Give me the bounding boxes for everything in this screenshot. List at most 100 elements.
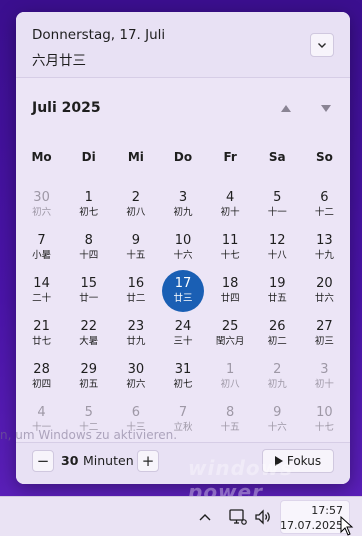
calendar-day[interactable]: 8 十四 (65, 225, 112, 268)
calendar-day[interactable]: 14 二十 (18, 268, 65, 311)
calendar-day[interactable]: 2 初九 (254, 354, 301, 397)
focus-session-bar: − 30 Minuten + Fokus (16, 442, 350, 484)
day-number: 10 (174, 233, 192, 248)
calendar-day[interactable]: 6 十二 (301, 182, 348, 225)
increase-minutes-button[interactable]: + (137, 450, 159, 472)
day-number: 19 (269, 276, 286, 291)
calendar-day[interactable]: 18 廿四 (207, 268, 254, 311)
month-year-label[interactable]: Juli 2025 (32, 100, 101, 116)
day-lunar-label: 十一 (32, 422, 52, 433)
day-number: 14 (33, 276, 50, 291)
calendar-day[interactable]: 7 立秋 (159, 397, 206, 440)
calendar-day[interactable]: 30 初六 (112, 354, 159, 397)
day-number: 4 (225, 190, 235, 205)
day-number: 24 (174, 319, 192, 334)
calendar-day[interactable]: 1 初八 (207, 354, 254, 397)
weekday-label: Fr (223, 150, 237, 164)
start-focus-button[interactable]: Fokus (262, 449, 334, 473)
day-number: 2 (131, 190, 140, 205)
calendar-day[interactable]: 9 十五 (112, 225, 159, 268)
calendar-day[interactable]: 23 廿九 (112, 311, 159, 354)
day-number: 30 (127, 362, 145, 377)
calendar-day[interactable]: 20 廿六 (301, 268, 348, 311)
taskbar: 17:57 17.07.2025 (0, 496, 362, 536)
calendar-day[interactable]: 25 閏六月 (207, 311, 254, 354)
focus-button-label: Fokus (286, 454, 322, 468)
calendar-day[interactable]: 11 十七 (207, 225, 254, 268)
calendar-day[interactable]: 2 初八 (112, 182, 159, 225)
collapse-calendar-button[interactable] (310, 33, 334, 57)
day-number: 30 (33, 190, 50, 205)
network-button[interactable] (228, 507, 248, 527)
day-number: 5 (84, 405, 93, 420)
calendar-day[interactable]: 12 十八 (254, 225, 301, 268)
calendar-day[interactable]: 4 十一 (18, 397, 65, 440)
next-month-button[interactable] (318, 100, 334, 116)
calendar-day[interactable]: 5 十一 (254, 182, 301, 225)
previous-month-button[interactable] (278, 100, 294, 116)
calendar-day[interactable]: 30 初六 (18, 182, 65, 225)
day-lunar-label: 十八 (267, 250, 287, 261)
calendar-day[interactable]: 26 初二 (254, 311, 301, 354)
weekday-label: Mi (127, 150, 144, 164)
calendar-day[interactable]: 10 十七 (301, 397, 348, 440)
calendar-day[interactable]: 19 廿五 (254, 268, 301, 311)
day-number: 1 (225, 362, 235, 377)
focus-minutes-unit: Minuten (83, 453, 134, 468)
volume-button[interactable] (253, 507, 273, 527)
calendar-day[interactable]: 3 初十 (301, 354, 348, 397)
day-lunar-label: 初十 (220, 207, 240, 218)
clock-time: 17:57 (311, 504, 343, 517)
calendar-day[interactable]: 9 十六 (254, 397, 301, 440)
calendar-day[interactable]: 10 十六 (159, 225, 206, 268)
day-number: 28 (33, 362, 50, 377)
calendar-day[interactable]: 31 初七 (159, 354, 206, 397)
calendar-day[interactable]: 27 初三 (301, 311, 348, 354)
day-lunar-label: 十七 (220, 250, 240, 261)
calendar-day[interactable]: 29 初五 (65, 354, 112, 397)
mouse-pointer-icon (340, 516, 354, 536)
day-number: 15 (80, 276, 97, 291)
network-icon (229, 509, 247, 525)
day-lunar-label: 初五 (79, 379, 99, 390)
day-lunar-label: 小暑 (32, 250, 52, 261)
calendar-day[interactable]: 28 初四 (18, 354, 65, 397)
day-lunar-label: 十六 (173, 250, 193, 261)
day-number: 8 (225, 405, 235, 420)
calendar-day[interactable]: 13 十九 (301, 225, 348, 268)
day-number: 12 (269, 233, 286, 248)
day-lunar-label: 大暑 (79, 336, 99, 347)
calendar-day[interactable]: 8 十五 (207, 397, 254, 440)
day-lunar-label: 立秋 (173, 422, 193, 433)
calendar-day[interactable]: 4 初十 (207, 182, 254, 225)
day-number: 21 (33, 319, 50, 334)
day-lunar-label: 十六 (267, 422, 287, 433)
day-lunar-label: 初九 (173, 207, 193, 218)
day-number: 10 (316, 405, 333, 420)
play-icon (274, 456, 283, 466)
calendar-day[interactable]: 16 廿二 (112, 268, 159, 311)
calendar-day-today[interactable]: 17 廿三 (159, 268, 206, 312)
calendar-day[interactable]: 6 十三 (112, 397, 159, 440)
day-lunar-label: 初六 (126, 379, 146, 390)
day-lunar-label: 初八 (220, 379, 240, 390)
calendar-day[interactable]: 22 大暑 (65, 311, 112, 354)
day-lunar-label: 十一 (267, 207, 287, 218)
calendar-day[interactable]: 15 廿一 (65, 268, 112, 311)
weekday-label: Mo (31, 150, 52, 164)
focus-minutes-value: 30 (61, 453, 79, 468)
calendar-day[interactable]: 5 十二 (65, 397, 112, 440)
day-number: 17 (174, 276, 192, 291)
day-lunar-label: 初九 (267, 379, 287, 390)
calendar-day[interactable]: 21 廿七 (18, 311, 65, 354)
calendar-day[interactable]: 7 小暑 (18, 225, 65, 268)
calendar-day[interactable]: 3 初九 (159, 182, 206, 225)
show-hidden-icons-button[interactable] (196, 509, 214, 525)
calendar-day[interactable]: 24 三十 (159, 311, 206, 354)
day-number: 13 (316, 233, 333, 248)
calendar-day[interactable]: 1 初七 (65, 182, 112, 225)
day-lunar-label: 十二 (314, 207, 334, 218)
decrease-minutes-button[interactable]: − (32, 450, 54, 472)
day-lunar-label: 初十 (314, 379, 334, 390)
day-lunar-label: 廿五 (267, 293, 287, 304)
